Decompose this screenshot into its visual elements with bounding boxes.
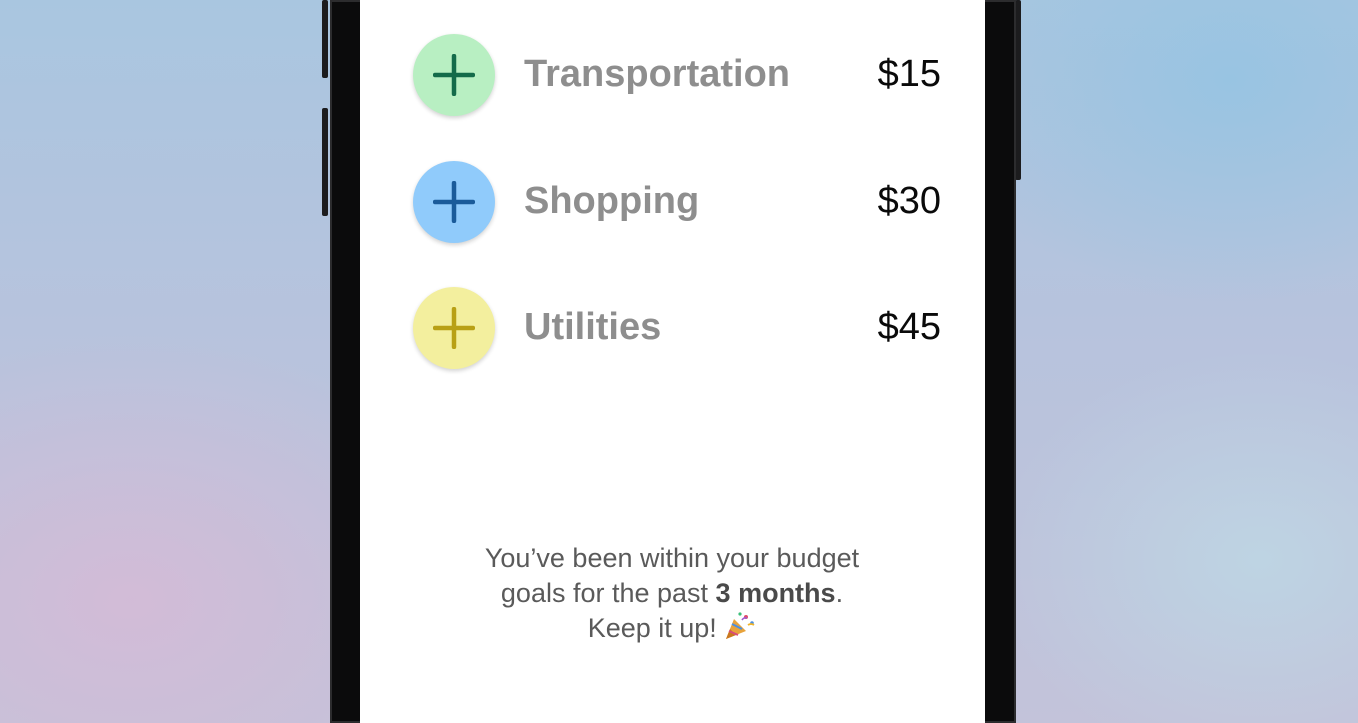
- add-shopping-button[interactable]: [413, 161, 495, 243]
- category-label: Shopping: [524, 180, 700, 222]
- message-line-2-suffix: .: [835, 578, 844, 608]
- message-line-2-prefix: goals for the past: [500, 578, 716, 608]
- plus-icon: [433, 54, 475, 96]
- category-amount: $45: [877, 306, 941, 348]
- message-line-1: You’ve been within your budget: [484, 543, 860, 573]
- add-utilities-button[interactable]: [413, 287, 495, 369]
- phone-side-button-upper: [322, 0, 328, 78]
- party-popper-icon: [726, 612, 755, 639]
- phone-side-button-lower: [322, 108, 328, 216]
- category-label: Utilities: [524, 306, 662, 348]
- plus-icon: [433, 181, 475, 223]
- budget-encouragement-message: You’ve been within your budget goals for…: [422, 541, 922, 646]
- category-amount: $30: [877, 180, 941, 222]
- category-row-shopping: Shopping $30: [360, 160, 985, 244]
- category-amount: $15: [877, 53, 941, 95]
- message-line-3-text: Keep it up!: [587, 613, 717, 643]
- category-row-transportation: Transportation $15: [360, 33, 985, 117]
- phone-screen: Transportation $15 Shopping $30 Utilitie…: [360, 0, 985, 723]
- message-line-3: Keep it up!: [422, 611, 922, 646]
- add-transportation-button[interactable]: [413, 34, 495, 116]
- message-highlight: 3 months: [715, 578, 836, 608]
- plus-icon: [433, 307, 475, 349]
- category-row-utilities: Utilities $45: [360, 286, 985, 370]
- category-label: Transportation: [524, 53, 791, 95]
- message-line-2: goals for the past 3 months.: [422, 576, 922, 611]
